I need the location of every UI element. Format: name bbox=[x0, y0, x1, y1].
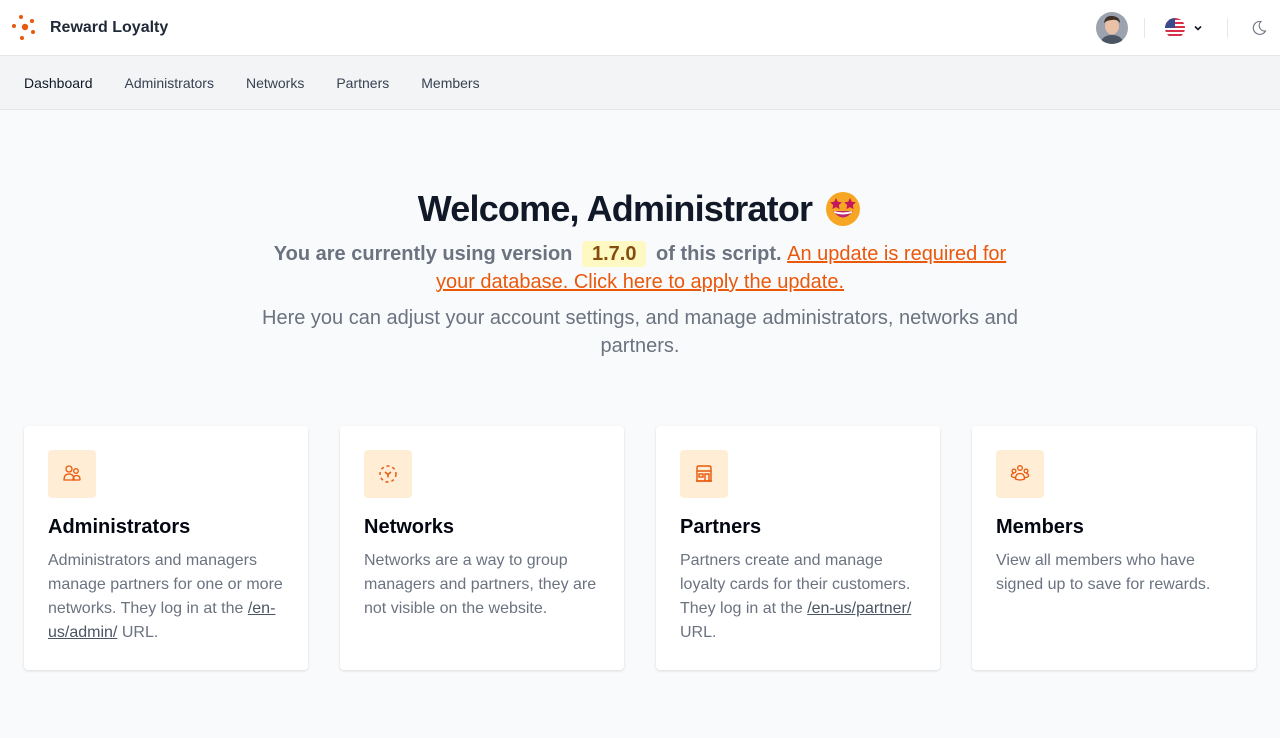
star-struck-emoji-icon bbox=[826, 192, 861, 226]
card-icon-box bbox=[680, 450, 728, 498]
main-nav: Dashboard Administrators Networks Partne… bbox=[0, 56, 1280, 110]
nav-item-partners[interactable]: Partners bbox=[336, 75, 389, 91]
members-icon bbox=[1010, 465, 1030, 481]
card-icon-box bbox=[48, 450, 96, 498]
nav-item-administrators[interactable]: Administrators bbox=[125, 75, 214, 91]
card-partners[interactable]: Partners Partners create and manage loya… bbox=[656, 426, 940, 670]
nav-item-networks[interactable]: Networks bbox=[246, 75, 304, 91]
welcome-section: Welcome, Administrator You are currently… bbox=[0, 110, 1280, 360]
version-prefix: You are currently using version bbox=[273, 243, 573, 265]
card-text: URL. bbox=[121, 624, 159, 641]
brand-logo-link[interactable]: Reward Loyalty bbox=[10, 13, 168, 43]
nav-item-dashboard[interactable]: Dashboard bbox=[24, 75, 93, 91]
us-flag-icon bbox=[1165, 17, 1185, 38]
card-title: Networks bbox=[364, 516, 455, 538]
card-description: Networks are a way to group managers and… bbox=[364, 552, 597, 617]
top-bar: Reward Loyalty bbox=[0, 0, 1280, 56]
version-notice: You are currently using version 1.7.0 of… bbox=[260, 240, 1020, 296]
card-title: Members bbox=[996, 516, 1084, 538]
moon-icon bbox=[1252, 20, 1267, 35]
card-administrators[interactable]: Administrators Administrators and manage… bbox=[24, 426, 308, 670]
card-icon-box bbox=[364, 450, 412, 498]
card-members[interactable]: Members View all members who have signed… bbox=[972, 426, 1256, 670]
card-description: View all members who have signed up to s… bbox=[996, 552, 1211, 593]
page-title-text: Welcome, Administrator bbox=[417, 188, 813, 229]
card-title: Partners bbox=[680, 516, 762, 538]
page-title: Welcome, Administrator bbox=[418, 188, 862, 230]
divider bbox=[1227, 17, 1228, 38]
store-icon bbox=[696, 465, 712, 482]
version-suffix: of this script. bbox=[656, 243, 782, 265]
welcome-description: Here you can adjust your account setting… bbox=[262, 307, 1018, 357]
card-text: URL. bbox=[680, 624, 717, 641]
chevron-down-icon bbox=[1194, 25, 1202, 31]
card-description: Administrators and managers manage partn… bbox=[48, 549, 284, 645]
card-title: Administrators bbox=[48, 516, 191, 538]
version-badge: 1.7.0 bbox=[581, 241, 647, 267]
theme-toggle-button[interactable] bbox=[1250, 19, 1268, 37]
language-selector[interactable] bbox=[1165, 17, 1203, 38]
users-icon bbox=[63, 465, 81, 481]
app-name: Reward Loyalty bbox=[50, 18, 169, 36]
divider bbox=[1144, 17, 1145, 38]
card-networks[interactable]: Networks Networks are a way to group man… bbox=[340, 426, 624, 670]
dashboard-cards: Administrators Administrators and manage… bbox=[0, 426, 1280, 670]
nav-item-members[interactable]: Members bbox=[421, 75, 479, 91]
user-avatar[interactable] bbox=[1096, 11, 1128, 44]
avatar-icon bbox=[1096, 11, 1128, 44]
network-icon bbox=[379, 465, 397, 483]
partner-url-link[interactable]: /en-us/partner/ bbox=[807, 600, 911, 617]
card-icon-box bbox=[996, 450, 1044, 498]
logo-icon bbox=[12, 14, 35, 40]
card-description: Partners create and manage loyalty cards… bbox=[680, 549, 916, 645]
